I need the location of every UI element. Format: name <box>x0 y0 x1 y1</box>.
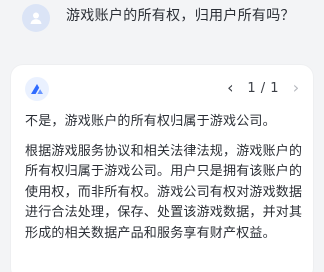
pager-count: 1 / 1 <box>247 80 279 96</box>
answer-pager: ‹ 1 / 1 › <box>221 79 305 97</box>
answer-header: ‹ 1 / 1 › <box>25 77 305 101</box>
answer-card: ‹ 1 / 1 › 不是，游戏账户的所有权归属于游戏公司。 根据游戏服务协议和相… <box>11 65 313 272</box>
user-avatar-icon <box>22 4 50 32</box>
answer-summary: 不是，游戏账户的所有权归属于游戏公司。 <box>25 114 276 129</box>
chat-page: 游戏账户的所有权，归用户所有吗？ ‹ 1 / 1 › 不是，游戏账户的所有权归属… <box>0 0 324 272</box>
ai-logo-glyph-icon <box>31 84 43 94</box>
user-question: 游戏账户的所有权，归用户所有吗？ <box>22 4 306 32</box>
answer-detail: 根据游戏服务协议和相关法律法规，游戏账户的所有权归属于游戏公司。用户只是拥有该账… <box>25 143 303 241</box>
question-text: 游戏账户的所有权，归用户所有吗？ <box>66 8 295 24</box>
chevron-left-icon[interactable]: ‹ <box>221 79 239 97</box>
ai-assistant-logo-icon <box>25 77 49 101</box>
answer-body: 不是，游戏账户的所有权归属于游戏公司。 根据游戏服务协议和相关法律法规，游戏账户… <box>25 112 307 254</box>
person-icon <box>30 12 42 24</box>
chevron-right-icon[interactable]: › <box>287 79 305 97</box>
